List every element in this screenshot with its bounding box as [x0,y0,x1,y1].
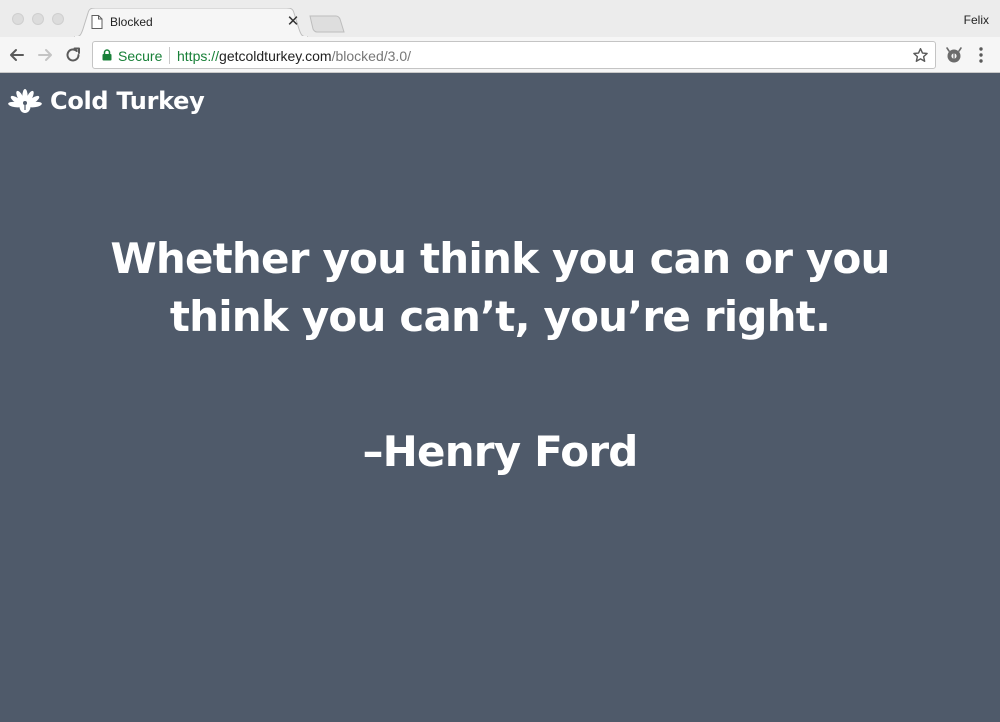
kebab-menu-icon[interactable] [974,46,988,64]
quote-text: Whether you think you can or you think y… [110,234,890,341]
tab-close-icon[interactable]: ✕ [285,13,301,29]
tab-strip: Blocked ✕ Felix [0,0,1000,37]
address-bar[interactable]: Secure https://getcoldturkey.com/blocked… [92,41,936,69]
lock-icon [102,49,112,61]
page-icon [91,15,103,29]
url-path: /blocked/3.0/ [331,48,411,64]
forward-arrow-icon[interactable] [36,46,54,64]
active-tab[interactable]: Blocked ✕ [74,8,308,37]
extension-icon[interactable] [944,45,964,65]
window-zoom-button[interactable] [52,13,64,25]
blocked-page: Cold Turkey Whether you think you can or… [0,74,1000,722]
tab-title: Blocked [110,15,153,29]
new-tab-button[interactable] [309,15,345,33]
star-icon[interactable] [912,47,929,64]
window-minimize-button[interactable] [32,13,44,25]
secure-label[interactable]: Secure [118,48,162,64]
reload-icon[interactable] [64,46,82,64]
url-text[interactable]: https://getcoldturkey.com/blocked/3.0/ [177,48,411,64]
url-host: getcoldturkey.com [219,48,332,64]
browser-toolbar: Secure https://getcoldturkey.com/blocked… [0,37,1000,73]
address-separator [169,47,170,64]
window-close-button[interactable] [12,13,24,25]
turkey-logo-icon [8,89,42,113]
quote-author: –Henry Ford [362,427,638,476]
profile-name[interactable]: Felix [964,13,989,27]
back-arrow-icon[interactable] [8,46,26,64]
url-scheme: https:// [177,48,220,64]
brand-name: Cold Turkey [50,87,205,115]
